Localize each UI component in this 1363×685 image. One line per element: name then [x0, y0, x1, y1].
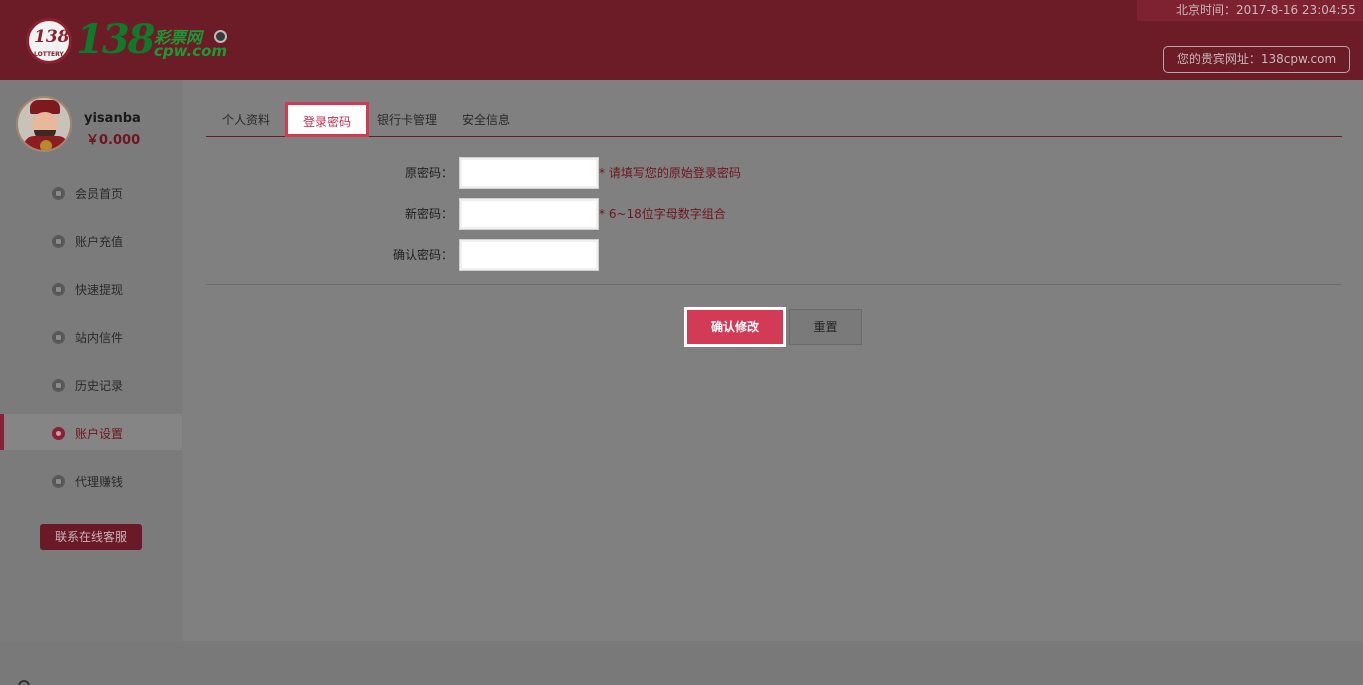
- footer-strip: [0, 641, 1363, 685]
- old-password-label: 原密码：: [404, 166, 453, 180]
- avatar[interactable]: [16, 96, 72, 152]
- sidebar-item-account-settings[interactable]: 账户设置: [0, 414, 182, 450]
- avatar-coin-shape: [40, 140, 52, 150]
- new-password-row: 新密码： * 6~18位字母数字组合: [183, 198, 783, 230]
- beijing-time: 北京时间：2017-8-16 23:04:55: [1137, 0, 1363, 21]
- settings-tabs: 个人资料 登录密码 银行卡管理 安全信息: [206, 102, 1342, 137]
- sidebar-item-label: 历史记录: [75, 379, 124, 393]
- sidebar-item-history[interactable]: 历史记录: [0, 366, 182, 402]
- sidebar-item-member-home[interactable]: 会员首页: [0, 174, 182, 210]
- new-password-input[interactable]: [459, 198, 599, 230]
- logo-badge-number: 138: [34, 27, 70, 47]
- username: yisanba: [84, 111, 141, 126]
- home-icon: [52, 187, 65, 200]
- logo-badge-text: LOTTERY: [34, 51, 64, 58]
- old-password-hint: * 请填写您的原始登录密码: [599, 166, 741, 180]
- confirm-password-row: 确认密码：: [183, 239, 783, 271]
- new-password-label: 新密码：: [404, 207, 453, 221]
- main-content: 个人资料 登录密码 银行卡管理 安全信息 原密码： * 请填写您的原始登录密码 …: [183, 80, 1363, 641]
- confirm-password-label: 确认密码：: [392, 248, 453, 262]
- tab-security-info[interactable]: 安全信息: [462, 109, 510, 137]
- sidebar-item-label: 账户设置: [75, 427, 124, 441]
- logo-domain-text: cpw.com: [154, 42, 228, 60]
- sidebar-item-messages[interactable]: 站内信件: [0, 318, 182, 354]
- clock-icon: [52, 379, 65, 392]
- football-icon: [214, 30, 227, 43]
- sidebar-item-deposit[interactable]: 账户充值: [0, 222, 182, 258]
- old-password-row: 原密码： * 请填写您的原始登录密码: [183, 157, 783, 189]
- logo-number: 138: [76, 16, 155, 63]
- sidebar: yisanba ￥0.000 会员首页 账户充值 快速提现 站内信件 历史记录 …: [0, 80, 182, 641]
- logo-badge: 138 LOTTERY: [26, 18, 72, 64]
- tab-profile[interactable]: 个人资料: [222, 109, 270, 137]
- mail-icon: [52, 331, 65, 344]
- sidebar-item-label: 账户充值: [75, 235, 124, 249]
- old-password-input[interactable]: [459, 157, 599, 189]
- sidebar-item-label: 站内信件: [75, 331, 124, 345]
- agent-icon: [52, 475, 65, 488]
- contact-service-button[interactable]: 联系在线客服: [40, 524, 142, 550]
- sidebar-item-agent[interactable]: 代理赚钱: [0, 462, 182, 498]
- deposit-icon: [52, 235, 65, 248]
- sidebar-item-label: 会员首页: [75, 187, 124, 201]
- sidebar-item-label: 代理赚钱: [75, 475, 124, 489]
- sidebar-item-withdraw[interactable]: 快速提现: [0, 270, 182, 306]
- form-divider: [206, 284, 1342, 285]
- reset-button[interactable]: 重置: [789, 309, 862, 345]
- vip-url-badge: 您的贵宾网址：138cpw.com: [1163, 46, 1350, 73]
- tab-bank-cards[interactable]: 银行卡管理: [377, 109, 437, 137]
- account-balance: ￥0.000: [86, 133, 141, 148]
- tab-login-password[interactable]: 登录密码: [285, 102, 369, 137]
- withdraw-icon: [52, 283, 65, 296]
- settings-icon: [52, 427, 65, 440]
- confirm-change-button[interactable]: 确认修改: [684, 307, 786, 347]
- site-header: 138 LOTTERY 138 彩票网 cpw.com 北京时间：2017-8-…: [0, 0, 1363, 80]
- footer-circle-icon: [18, 680, 30, 685]
- site-logo[interactable]: 138 LOTTERY 138 彩票网 cpw.com: [26, 16, 236, 64]
- confirm-password-input[interactable]: [459, 239, 599, 271]
- sidebar-item-label: 快速提现: [75, 283, 124, 297]
- new-password-hint: * 6~18位字母数字组合: [599, 207, 726, 221]
